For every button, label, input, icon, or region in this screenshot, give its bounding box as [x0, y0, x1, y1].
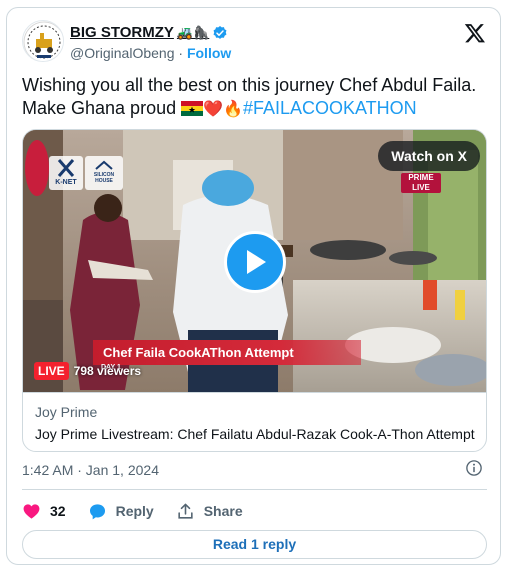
author-handle-row: @OriginalObeng · Follow — [70, 45, 231, 61]
video-player[interactable]: K-NET SILICON HOUSE Watch on X PRIME LIV… — [23, 130, 486, 392]
ghana-flag-icon — [181, 101, 204, 116]
verified-badge-icon — [213, 25, 227, 39]
avatar[interactable] — [22, 20, 64, 62]
timestamp[interactable]: 1:42 AM · Jan 1, 2024 — [22, 462, 159, 478]
like-count: 32 — [50, 503, 66, 519]
handle-separator: · — [178, 45, 184, 61]
play-icon — [247, 250, 266, 274]
author-name-emojis: 🚜🦍 — [176, 24, 210, 40]
viewer-count: 798 viewers — [73, 364, 142, 378]
x-logo-icon[interactable] — [464, 22, 486, 44]
action-bar: 32 Reply Share — [22, 497, 265, 525]
author-name[interactable]: BIG STORMZY 🚜🦍 — [70, 24, 228, 41]
silicon-label: SILICON HOUSE — [93, 172, 115, 184]
share-label: Share — [203, 503, 243, 519]
reply-bubble-icon — [89, 503, 105, 519]
author-handle[interactable]: @OriginalObeng — [70, 45, 175, 61]
card-source: Joy Prime — [35, 404, 98, 420]
info-icon[interactable] — [465, 459, 483, 477]
share-button[interactable]: Share — [176, 502, 243, 521]
prime-logo-line1: PRIME — [408, 173, 434, 182]
reply-button[interactable]: Reply — [88, 502, 154, 521]
card-title[interactable]: Joy Prime Livestream: Chef Failatu Abdul… — [35, 426, 476, 442]
live-indicator: LIVE 798 viewers — [34, 362, 141, 380]
share-icon — [178, 503, 193, 519]
media-card[interactable]: K-NET SILICON HOUSE Watch on X PRIME LIV… — [22, 129, 487, 452]
card-meta[interactable]: Joy Prime Joy Prime Livestream: Chef Fai… — [23, 392, 486, 451]
knet-logo: K-NET — [49, 156, 83, 190]
tweet-text: Wishing you all the best on this journey… — [22, 74, 492, 121]
hashtag-link[interactable]: #FAILACOOKATHON — [243, 98, 417, 118]
prime-logo-line2: LIVE — [412, 183, 430, 192]
play-button[interactable] — [224, 231, 286, 293]
watch-on-x-button[interactable]: Watch on X — [378, 141, 480, 171]
knet-label: K-NET — [55, 179, 77, 186]
prime-live-logo: PRIME LIVE — [401, 173, 441, 193]
like-button[interactable]: 32 — [22, 502, 66, 521]
heart-emoji: ❤️ — [203, 101, 224, 118]
follow-button[interactable]: Follow — [187, 45, 231, 61]
read-replies-button[interactable]: Read 1 reply — [22, 530, 487, 559]
heart-icon — [23, 503, 40, 519]
live-badge: LIVE — [34, 362, 69, 380]
author-display-name[interactable]: BIG STORMZY — [70, 24, 174, 41]
divider — [22, 489, 487, 490]
fire-emoji: 🔥 — [223, 101, 243, 118]
reply-label: Reply — [115, 503, 154, 519]
tweet-card: BIG STORMZY 🚜🦍 @OriginalObeng · Follow W… — [6, 7, 501, 565]
silicon-house-logo: SILICON HOUSE — [85, 156, 123, 190]
